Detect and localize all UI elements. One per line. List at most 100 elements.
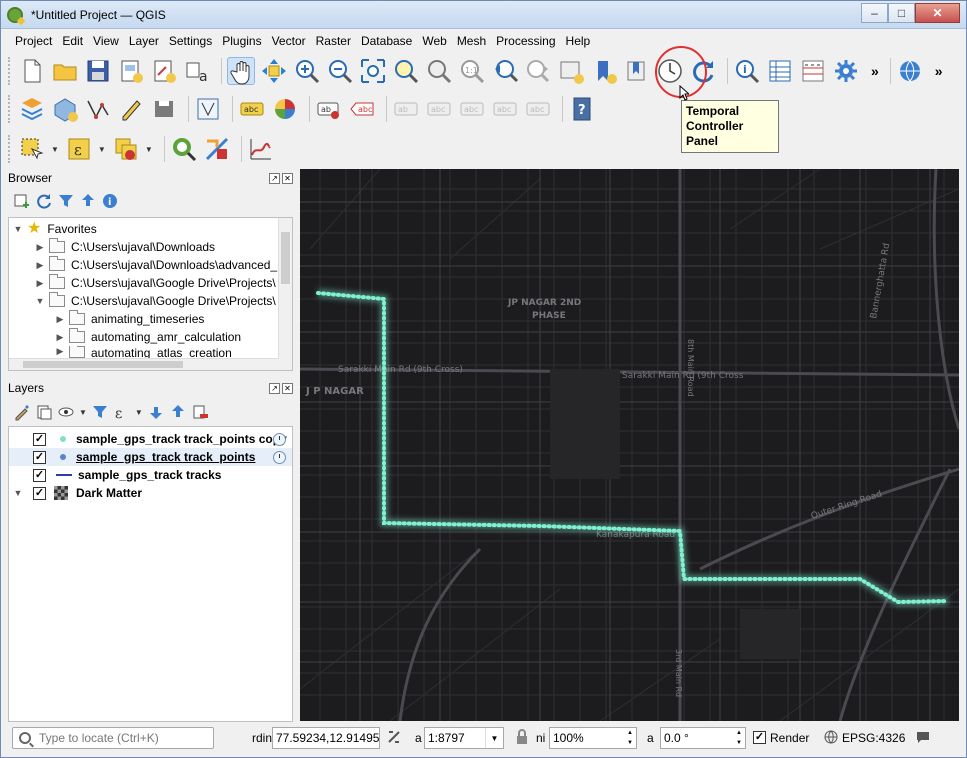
attribute-table-icon[interactable] [766, 57, 794, 85]
save-edits-icon[interactable] [150, 95, 178, 123]
collapse-all-layers-icon[interactable] [169, 403, 187, 421]
layer-visibility-checkbox[interactable]: ✓ [33, 432, 46, 446]
close-panel-button[interactable]: ✕ [282, 172, 293, 184]
temporal-clock-icon[interactable] [273, 432, 286, 446]
save-project-icon[interactable] [84, 57, 112, 85]
zoom-full-icon[interactable] [359, 57, 387, 85]
float-panel-button[interactable]: ↗ [269, 172, 280, 184]
move-label-icon[interactable]: abc [425, 95, 453, 123]
statistical-summary-icon[interactable] [799, 57, 827, 85]
select-features-icon[interactable] [18, 135, 46, 163]
menu-view[interactable]: View [88, 31, 124, 51]
map-canvas[interactable]: JP NAGAR 2ND PHASE J P NAGAR Sarakki Mai… [300, 169, 959, 721]
locator-search-input[interactable]: Type to locate (Ctrl+K) [12, 727, 214, 749]
layer-visibility-checkbox[interactable]: ✓ [33, 468, 46, 482]
menu-mesh[interactable]: Mesh [452, 31, 491, 51]
filter-browser-icon[interactable] [57, 192, 75, 210]
temporal-clock-icon[interactable] [273, 450, 286, 464]
vertex-tool-icon[interactable] [194, 95, 222, 123]
expression-filter-dropdown[interactable]: ▼ [135, 408, 143, 417]
open-layer-styling-icon[interactable] [13, 403, 31, 421]
magnifier-spinbox[interactable]: 100% ▲ ▼ [549, 727, 637, 749]
style-manager-icon[interactable]: a [183, 57, 211, 85]
add-selected-layers-icon[interactable] [13, 192, 31, 210]
new-bookmark-icon[interactable] [590, 57, 618, 85]
favorites-node[interactable]: ▼ ★ Favorites [9, 220, 279, 238]
zoom-last-icon[interactable] [491, 57, 519, 85]
expand-arrow-icon[interactable]: ▶ [35, 242, 45, 253]
browser-item[interactable]: ▶ C:\Users\ujaval\Downloads\advanced_ [9, 256, 279, 274]
zoom-next-icon[interactable] [524, 57, 552, 85]
zoom-to-selection-icon[interactable] [392, 57, 420, 85]
layer-visibility-checkbox[interactable]: ✓ [33, 486, 46, 500]
manage-map-themes-icon[interactable] [57, 403, 75, 421]
menu-raster[interactable]: Raster [311, 31, 356, 51]
layer-item-track-points-copy[interactable]: ✓ sample_gps_track track_points copy [9, 430, 292, 448]
zoom-native-icon[interactable]: 1:1 [458, 57, 486, 85]
digitize-vertex-icon[interactable] [84, 95, 112, 123]
layer-visibility-checkbox[interactable]: ✓ [33, 450, 46, 464]
map-themes-dropdown[interactable]: ▼ [79, 408, 87, 417]
change-label-icon[interactable]: abc [491, 95, 519, 123]
toolbar-grip[interactable] [8, 57, 12, 85]
collapse-arrow-icon[interactable]: ▼ [13, 224, 23, 234]
zoom-to-layer-icon[interactable] [425, 57, 453, 85]
identify-features-icon[interactable]: i [733, 57, 761, 85]
scale-combo[interactable]: 1:8797 ▼ [424, 727, 504, 749]
scrollbar-thumb[interactable] [281, 232, 290, 284]
rotation-spin-arrows[interactable]: ▲ ▼ [733, 728, 745, 748]
browser-horizontal-scrollbar[interactable] [9, 358, 279, 370]
rotate-label-icon[interactable]: abc [458, 95, 486, 123]
lock-scale-icon[interactable] [514, 729, 530, 745]
filter-by-expression-icon[interactable]: ε [113, 403, 131, 421]
minimize-button[interactable]: – [861, 3, 888, 23]
render-checkbox[interactable]: ✓ [753, 731, 766, 744]
menu-edit[interactable]: Edit [57, 31, 88, 51]
toolbar-overflow-button[interactable]: » [871, 63, 879, 79]
edit-label-icon[interactable]: abc [524, 95, 552, 123]
deselect-features-icon[interactable] [112, 135, 140, 163]
remove-layer-icon[interactable] [191, 403, 209, 421]
collapse-arrow-icon[interactable]: ▼ [35, 296, 45, 306]
scrollbar-thumb[interactable] [23, 361, 183, 368]
new-geopackage-layer-icon[interactable] [51, 95, 79, 123]
layer-item-dark-matter[interactable]: ▼ ✓ Dark Matter [9, 484, 292, 502]
profile-tool-icon[interactable] [247, 135, 275, 163]
menu-settings[interactable]: Settings [164, 31, 217, 51]
menu-project[interactable]: Project [10, 31, 57, 51]
toggle-extents-icon[interactable] [386, 729, 402, 745]
pan-to-selection-icon[interactable] [260, 57, 288, 85]
label-toolbar-icon[interactable]: abc [238, 95, 266, 123]
refresh-browser-icon[interactable] [35, 192, 53, 210]
select-by-expression-dropdown[interactable]: ▼ [98, 145, 106, 154]
layer-item-tracks[interactable]: ✓ sample_gps_track tracks [9, 466, 292, 484]
pin-labels-icon[interactable]: abc [348, 95, 376, 123]
deselect-features-dropdown[interactable]: ▼ [145, 145, 153, 154]
new-print-layout-icon[interactable] [117, 57, 145, 85]
magnifier-spin-arrows[interactable]: ▲ ▼ [624, 728, 636, 748]
field-calculator-icon[interactable] [203, 135, 231, 163]
rotation-spinbox[interactable]: 0.0 ° ▲ ▼ [660, 727, 746, 749]
filter-legend-icon[interactable] [91, 403, 109, 421]
toggle-editing-icon[interactable] [117, 95, 145, 123]
highlight-pinned-labels-icon[interactable]: ab [315, 95, 343, 123]
menu-processing[interactable]: Processing [491, 31, 560, 51]
help-icon[interactable]: ? [568, 95, 596, 123]
menu-web[interactable]: Web [417, 31, 451, 51]
menu-layer[interactable]: Layer [124, 31, 164, 51]
zoom-in-icon[interactable] [293, 57, 321, 85]
browser-subitem[interactable]: ▶ animating_timeseries [9, 310, 279, 328]
collapse-all-icon[interactable] [79, 192, 97, 210]
collapse-arrow-icon[interactable]: ▼ [13, 488, 23, 498]
messages-icon[interactable] [915, 729, 931, 745]
add-group-icon[interactable] [35, 403, 53, 421]
crs-label[interactable]: EPSG:4326 [842, 731, 905, 745]
coordinate-field[interactable]: 77.59234,12.91495 [272, 727, 380, 749]
select-features-dropdown[interactable]: ▼ [51, 145, 59, 154]
close-button[interactable]: ✕ [915, 3, 960, 23]
toolbar-grip[interactable] [8, 135, 12, 163]
show-hide-labels-icon[interactable]: ab [392, 95, 420, 123]
toolbar-grip[interactable] [8, 95, 12, 123]
browser-item[interactable]: ▶ C:\Users\ujaval\Downloads [9, 238, 279, 256]
expand-arrow-icon[interactable]: ▶ [35, 260, 45, 271]
